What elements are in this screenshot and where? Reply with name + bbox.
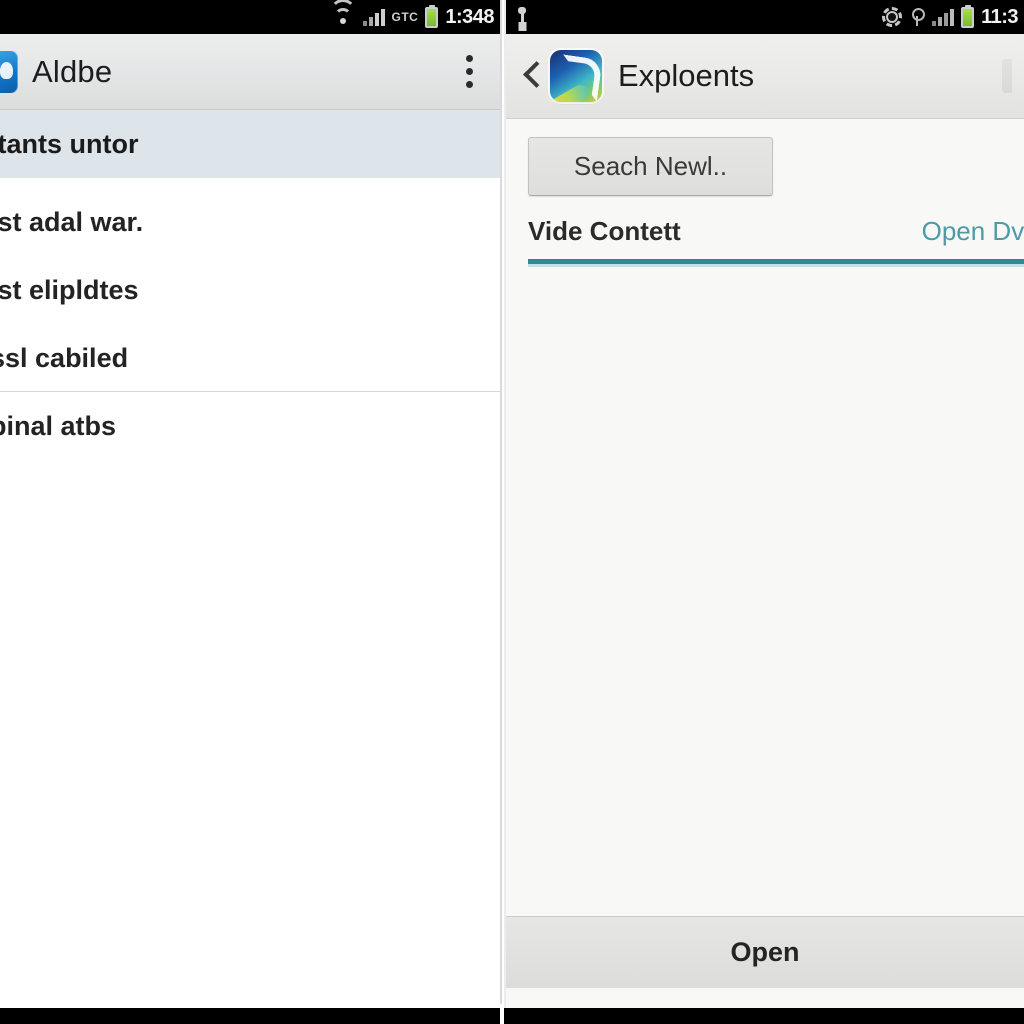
panel-seam-highlight [504,0,506,1024]
panel-seam [500,0,502,1024]
list-item[interactable]: ssl cabiled [0,324,500,392]
network-label: GTC [391,10,419,24]
battery-icon [425,6,439,28]
usb-icon [516,7,528,27]
list-item[interactable]: ist adal war. [0,188,500,256]
list-item[interactable]: Itants untor [0,110,500,178]
wifi-icon [329,0,356,26]
es-explorer-app-icon [550,50,602,102]
left-list: Itants untor ist adal war. ist elipldtes… [0,110,500,460]
right-action-bar: Exploents [506,34,1024,119]
tab-active-underline [528,259,1024,267]
overflow-menu-icon[interactable] [456,48,482,96]
status-time: 11:3 [981,5,1018,28]
key-icon [909,8,926,26]
signal-bars-icon [362,8,385,26]
right-status-bar: 11:3 [506,0,1024,34]
page-title: Exploents [618,58,755,93]
list-item-label: pinal atbs [0,410,117,441]
left-status-bar: GTC 1:348 [0,0,500,34]
gear-icon [882,7,903,27]
right-content-area [506,264,1024,916]
left-empty-area [0,460,500,970]
page-title: Aldbe [32,53,113,89]
app-icon [0,50,18,93]
right-phone-panel: 11:3 Exploents Seach Newl.. Vide Contett… [506,0,1024,1024]
left-status-bar-right: GTC 1:348 [329,0,501,29]
right-body: Seach Newl.. Vide Contett Open Dvl Open [506,119,1024,988]
left-phone-panel: GTC 1:348 Aldbe Itants untor ist adal wa… [0,0,500,1024]
open-button[interactable]: Open [730,937,799,968]
right-status-bar-left [506,7,882,27]
tab-video-content[interactable]: Vide Contett [528,216,681,259]
signal-bars-icon [932,8,955,26]
search-button[interactable]: Seach Newl.. [528,137,773,196]
list-item[interactable]: pinal atbs [0,392,500,460]
search-action-icon[interactable] [1002,59,1012,93]
search-row: Seach Newl.. [506,119,1024,204]
list-item-label: ist adal war. [0,206,144,237]
tab-bar: Vide Contett Open Dvl [506,204,1024,259]
right-status-bar-right: 11:3 [882,6,1024,29]
list-item[interactable]: ist elipldtes [0,256,500,324]
bottom-bezel-seam [500,1004,504,1024]
list-item-label: ssl cabiled [0,342,129,373]
bottom-bar: Open [506,916,1024,988]
screenshot-root: GTC 1:348 Aldbe Itants untor ist adal wa… [0,0,1024,1024]
left-action-bar: Aldbe [0,34,500,110]
list-item-label: ist elipldtes [0,274,139,305]
list-item-label: Itants untor [0,128,139,159]
list-gap [0,178,500,188]
battery-icon [961,6,975,28]
bottom-bezel [0,1008,1024,1024]
back-chevron-icon[interactable] [520,56,542,96]
tab-open-dvl-link[interactable]: Open Dvl [922,216,1024,259]
status-time: 1:348 [445,5,494,28]
